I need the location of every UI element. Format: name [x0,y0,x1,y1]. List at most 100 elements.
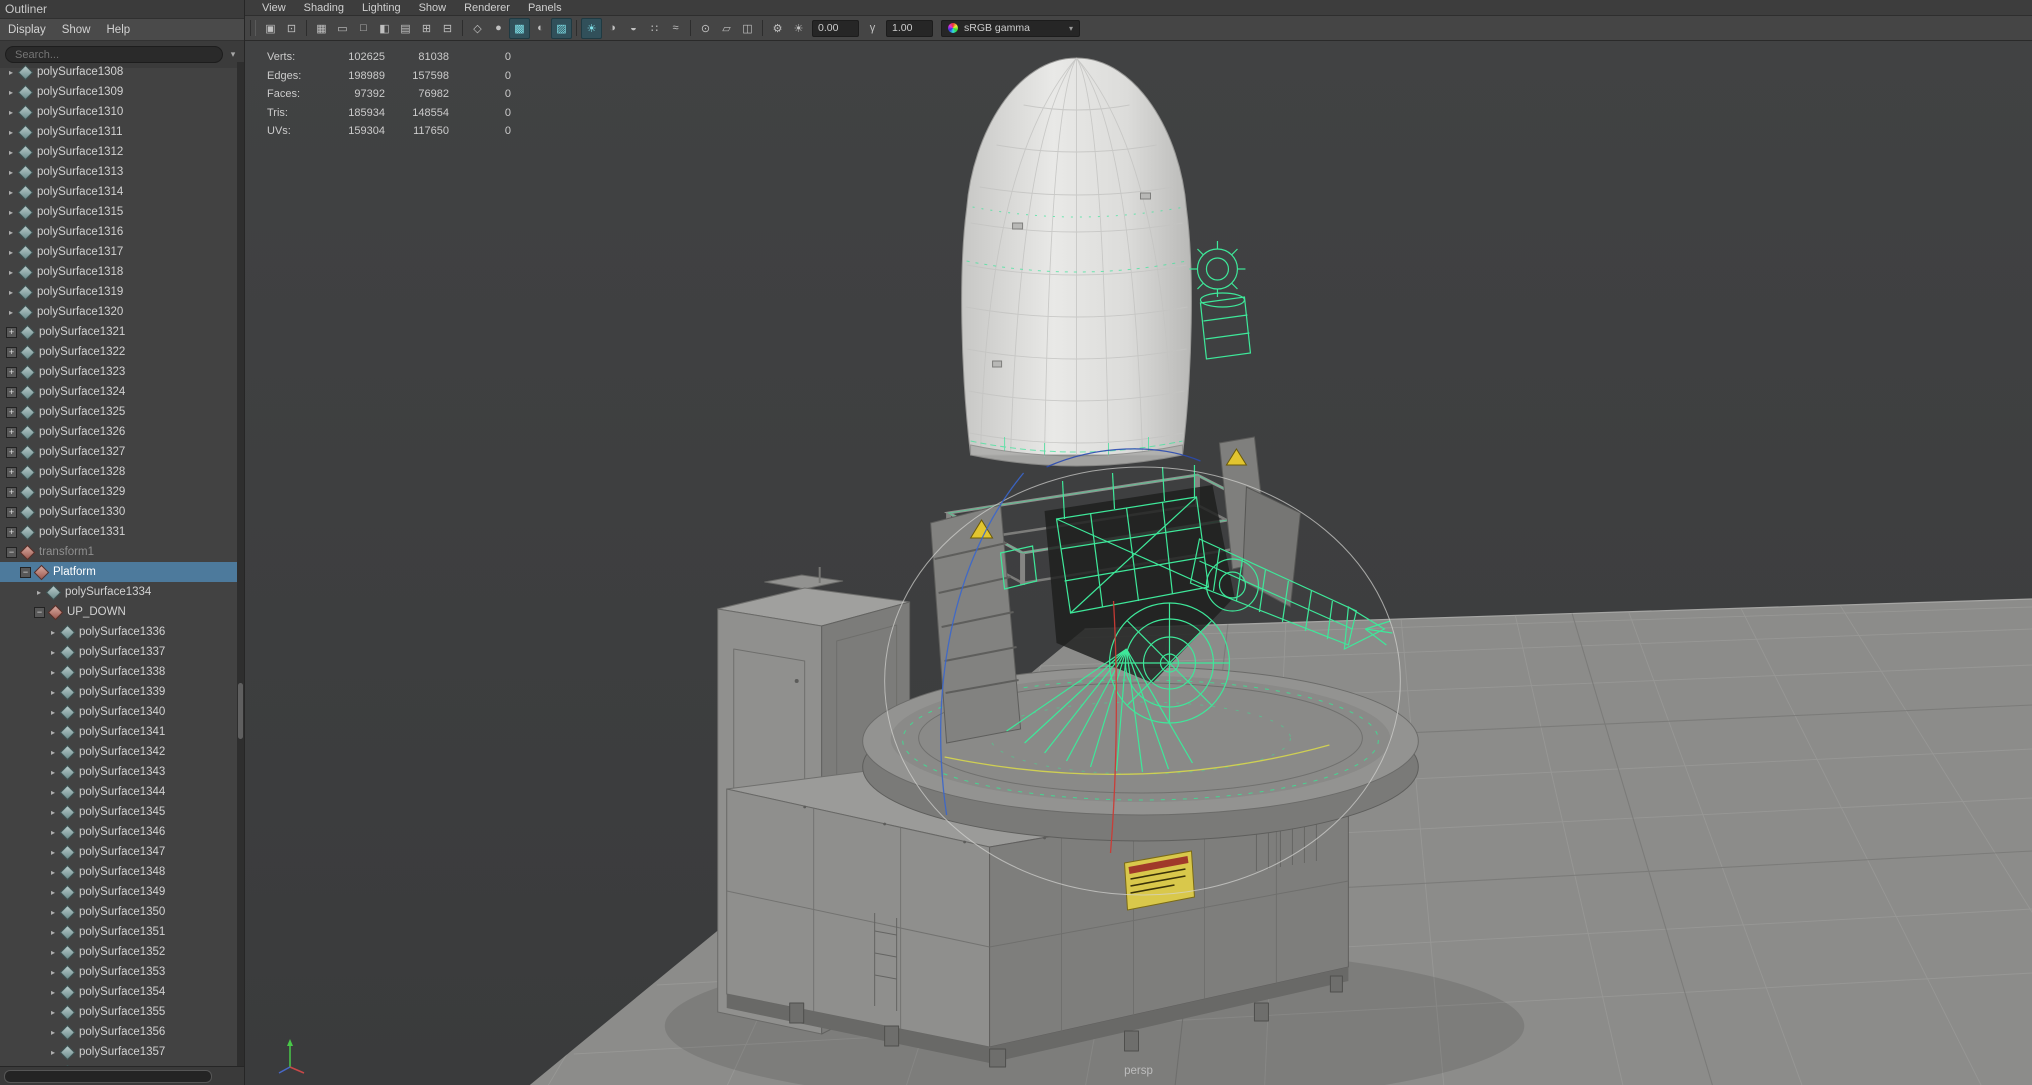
expand-arrow-icon[interactable]: ▸ [46,668,60,677]
expand-plus-icon[interactable]: + [6,387,17,398]
outliner-item-polySurface1353[interactable]: ▸polySurface1353 [0,962,237,982]
outliner-horizontal-scrollbar[interactable] [0,1066,244,1085]
expand-plus-icon[interactable]: + [6,447,17,458]
outliner-item-polySurface1350[interactable]: ▸polySurface1350 [0,902,237,922]
expand-arrow-icon[interactable]: ▸ [4,288,18,297]
image-plane-icon[interactable]: ▱ [716,18,737,39]
expand-arrow-icon[interactable]: ▸ [46,1008,60,1017]
expand-arrow-icon[interactable]: ▸ [4,108,18,117]
left-bracket[interactable] [931,505,1021,743]
expand-plus-icon[interactable]: + [6,507,17,518]
expand-arrow-icon[interactable]: ▸ [4,148,18,157]
film-gate-icon[interactable]: ▭ [332,18,353,39]
outliner-item-polySurface1318[interactable]: ▸polySurface1318 [0,262,237,282]
outliner-item-polySurface1311[interactable]: ▸polySurface1311 [0,122,237,142]
outliner-item-polySurface1352[interactable]: ▸polySurface1352 [0,942,237,962]
field-chart-icon[interactable]: ▤ [395,18,416,39]
outliner-item-polySurface1324[interactable]: +polySurface1324 [0,382,237,402]
expand-plus-icon[interactable]: + [6,527,17,538]
horizontal-scrollbar-thumb[interactable] [4,1070,212,1083]
outliner-item-polySurface1356[interactable]: ▸polySurface1356 [0,1022,237,1042]
outliner-item-polySurface1337[interactable]: ▸polySurface1337 [0,642,237,662]
default-material-icon[interactable]: ◐ [530,18,551,39]
outliner-item-polySurface1309[interactable]: ▸polySurface1309 [0,82,237,102]
search-input[interactable] [5,46,223,63]
viewport-menu-panels[interactable]: Panels [519,2,571,14]
expand-arrow-icon[interactable]: ▸ [46,768,60,777]
expand-plus-icon[interactable]: + [6,407,17,418]
motion-blur-icon[interactable]: ≈ [665,18,686,39]
outliner-item-polySurface1346[interactable]: ▸polySurface1346 [0,822,237,842]
expand-arrow-icon[interactable]: ▸ [46,808,60,817]
safe-title-icon[interactable]: ⊟ [437,18,458,39]
expand-arrow-icon[interactable]: ▸ [46,908,60,917]
wireframe-icon[interactable]: ◇ [467,18,488,39]
outliner-item-polySurface1342[interactable]: ▸polySurface1342 [0,742,237,762]
isolate-select-icon[interactable]: ⊙ [695,18,716,39]
expand-arrow-icon[interactable]: ▸ [32,588,46,597]
outliner-item-polySurface1308[interactable]: ▸polySurface1308 [0,62,237,82]
outliner-item-polySurface1327[interactable]: +polySurface1327 [0,442,237,462]
viewport-menu-shading[interactable]: Shading [295,2,353,14]
textured-icon[interactable]: ▩ [509,18,530,39]
outliner-item-polySurface1323[interactable]: +polySurface1323 [0,362,237,382]
outliner-item-polySurface1339[interactable]: ▸polySurface1339 [0,682,237,702]
expand-arrow-icon[interactable]: ▸ [46,888,60,897]
outliner-item-polySurface1357[interactable]: ▸polySurface1357 [0,1042,237,1062]
shadows-icon[interactable]: ◑ [602,18,623,39]
safe-action-icon[interactable]: ⊞ [416,18,437,39]
gamma-icon[interactable]: γ [862,18,883,39]
outliner-item-polySurface1319[interactable]: ▸polySurface1319 [0,282,237,302]
outliner-item-polySurface1313[interactable]: ▸polySurface1313 [0,162,237,182]
expand-arrow-icon[interactable]: ▸ [4,208,18,217]
viewport-canvas-area[interactable]: Verts:102625810380Edges:1989891575980Fac… [245,41,2032,1085]
exposure-icon[interactable]: ☀ [788,18,809,39]
expand-arrow-icon[interactable]: ▸ [46,848,60,857]
outliner-item-polySurface1314[interactable]: ▸polySurface1314 [0,182,237,202]
expand-arrow-icon[interactable]: ▸ [4,88,18,97]
outliner-item-polySurface1345[interactable]: ▸polySurface1345 [0,802,237,822]
ambient-occlusion-icon[interactable]: ◒ [623,18,644,39]
viewport-menu-show[interactable]: Show [410,2,456,14]
expand-arrow-icon[interactable]: ▸ [46,628,60,637]
outliner-item-polySurface1329[interactable]: +polySurface1329 [0,482,237,502]
outliner-item-polySurface1310[interactable]: ▸polySurface1310 [0,102,237,122]
expand-plus-icon[interactable]: + [6,427,17,438]
camera-settings-icon[interactable]: ▣ [260,18,281,39]
expand-plus-icon[interactable]: + [6,327,17,338]
expand-arrow-icon[interactable]: ▸ [4,188,18,197]
expand-arrow-icon[interactable]: ▸ [46,868,60,877]
outliner-item-polySurface1344[interactable]: ▸polySurface1344 [0,782,237,802]
outliner-menu-show[interactable]: Show [54,24,99,36]
expand-plus-icon[interactable]: + [6,467,17,478]
outliner-item-polySurface1340[interactable]: ▸polySurface1340 [0,702,237,722]
outliner-menu-display[interactable]: Display [0,24,54,36]
outliner-item-Platform[interactable]: −Platform [0,562,237,582]
resolution-gate-icon[interactable]: □ [353,18,374,39]
gamma-field[interactable]: 1.00 [886,20,933,37]
outliner-item-transform1[interactable]: −transform1 [0,542,237,562]
outliner-item-polySurface1331[interactable]: +polySurface1331 [0,522,237,542]
expand-plus-icon[interactable]: + [6,367,17,378]
scene-svg[interactable] [245,41,2032,1085]
expand-arrow-icon[interactable]: ▸ [46,748,60,757]
colorspace-dropdown[interactable]: sRGB gamma▾ [941,20,1080,37]
outliner-item-polySurface1334[interactable]: ▸polySurface1334 [0,582,237,602]
expand-arrow-icon[interactable]: ▸ [46,988,60,997]
exposure-field[interactable]: 0.00 [812,20,859,37]
expand-arrow-icon[interactable]: ▸ [4,248,18,257]
expand-arrow-icon[interactable]: ▸ [4,268,18,277]
outliner-item-polySurface1351[interactable]: ▸polySurface1351 [0,922,237,942]
expand-arrow-icon[interactable]: ▸ [4,228,18,237]
viewport-menu-view[interactable]: View [253,2,295,14]
outliner-item-polySurface1336[interactable]: ▸polySurface1336 [0,622,237,642]
expand-arrow-icon[interactable]: ▸ [4,308,18,317]
grid-icon[interactable]: ▦ [311,18,332,39]
outliner-item-polySurface1338[interactable]: ▸polySurface1338 [0,662,237,682]
expand-arrow-icon[interactable]: ▸ [46,708,60,717]
outliner-menu-help[interactable]: Help [99,24,139,36]
outliner-item-polySurface1328[interactable]: +polySurface1328 [0,462,237,482]
outliner-item-polySurface1317[interactable]: ▸polySurface1317 [0,242,237,262]
expand-plus-icon[interactable]: + [6,347,17,358]
expand-arrow-icon[interactable]: ▸ [4,128,18,137]
